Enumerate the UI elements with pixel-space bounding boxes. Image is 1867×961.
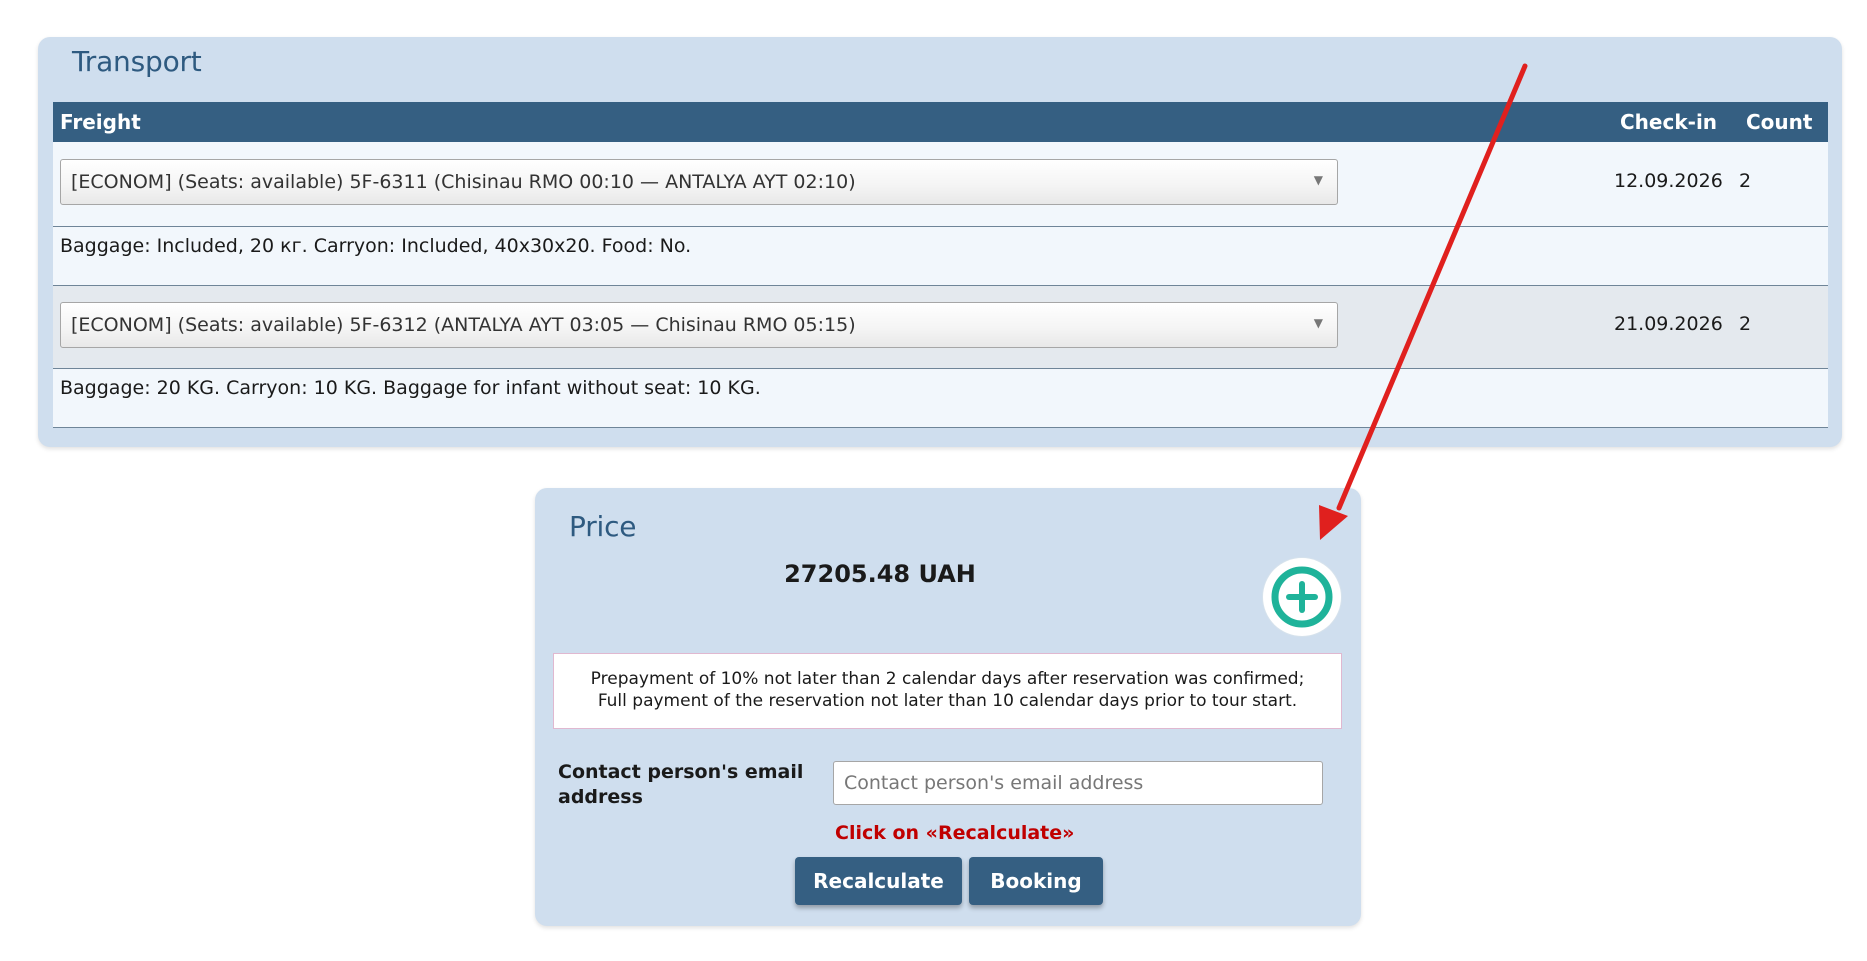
price-amount: 27205.48 UAH: [784, 560, 976, 588]
count-2: 2: [1739, 313, 1752, 335]
column-count: Count: [1746, 110, 1813, 134]
payment-terms: Prepayment of 10% not later than 2 calen…: [553, 653, 1342, 729]
add-service-button[interactable]: [1263, 558, 1341, 636]
flight-select-2[interactable]: [ECONOM] (Seats: available) 5F-6312 (ANT…: [60, 302, 1338, 348]
email-label: Contact person's email address: [558, 761, 804, 808]
flight-select-2-value: [ECONOM] (Seats: available) 5F-6312 (ANT…: [71, 314, 856, 336]
transport-table-header: Freight Check-in Count: [53, 102, 1828, 142]
price-title: Price: [569, 510, 637, 543]
checkin-date-2: 21.09.2026: [1614, 313, 1723, 335]
payment-terms-line-1: Prepayment of 10% not later than 2 calen…: [590, 669, 1305, 689]
baggage-info-2: Baggage: 20 KG. Carryon: 10 KG. Baggage …: [53, 368, 1828, 410]
flight-select-1-value: [ECONOM] (Seats: available) 5F-6311 (Chi…: [71, 171, 856, 193]
transport-panel: Transport Freight Check-in Count [ECONOM…: [38, 37, 1842, 447]
row-separator-2: [53, 409, 1828, 428]
column-freight: Freight: [60, 110, 141, 134]
recalculate-hint: Click on «Recalculate»: [835, 822, 1075, 844]
row-separator-1: [53, 267, 1828, 286]
transport-row-1: [ECONOM] (Seats: available) 5F-6311 (Chi…: [53, 142, 1828, 226]
baggage-info-2-text: Baggage: 20 KG. Carryon: 10 KG. Baggage …: [60, 377, 761, 399]
recalculate-button[interactable]: Recalculate: [795, 857, 962, 905]
transport-row-2: [ECONOM] (Seats: available) 5F-6312 (ANT…: [53, 286, 1828, 368]
baggage-info-1-text: Baggage: Included, 20 кг. Carryon: Inclu…: [60, 235, 692, 257]
caret-down-icon: ▼: [1313, 173, 1323, 187]
price-panel: Price 27205.48 UAH Prepayment of 10% not…: [535, 488, 1361, 926]
email-input[interactable]: [833, 761, 1323, 805]
count-1: 2: [1739, 170, 1752, 192]
checkin-date-1: 12.09.2026: [1614, 170, 1723, 192]
flight-select-1[interactable]: [ECONOM] (Seats: available) 5F-6311 (Chi…: [60, 159, 1338, 205]
payment-terms-line-2: Full payment of the reservation not late…: [597, 691, 1298, 711]
baggage-info-1: Baggage: Included, 20 кг. Carryon: Inclu…: [53, 226, 1828, 268]
transport-title: Transport: [72, 45, 202, 78]
caret-down-icon: ▼: [1313, 316, 1323, 330]
column-checkin: Check-in: [1620, 110, 1718, 134]
plus-circle-icon: [1271, 566, 1333, 628]
booking-button[interactable]: Booking: [969, 857, 1103, 905]
